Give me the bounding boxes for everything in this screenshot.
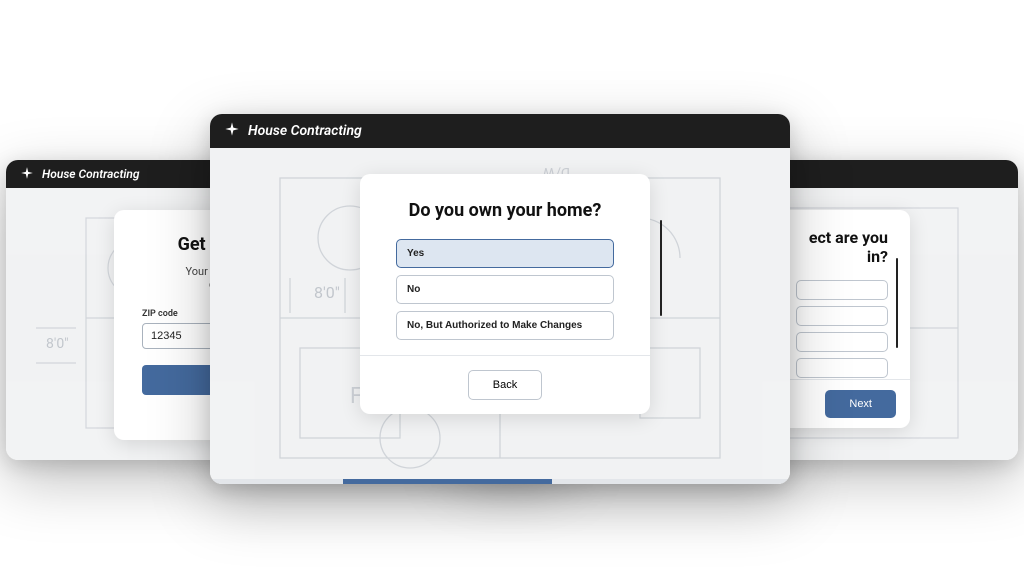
window-center: House Contracting F D/W 8'0" [210, 114, 790, 484]
back-button[interactable]: Back [468, 370, 542, 400]
options-list: Yes No No, But Authorized to Make Change… [360, 239, 650, 340]
sparkle-icon [20, 166, 34, 183]
card-heading: Do you own your home? [360, 200, 650, 221]
progress-bar [210, 479, 790, 484]
titlebar: House Contracting [210, 114, 790, 148]
option-yes[interactable]: Yes [396, 239, 614, 268]
svg-text:8'0": 8'0" [46, 336, 69, 352]
next-button[interactable]: Next [825, 390, 896, 418]
option-skeleton[interactable] [796, 332, 888, 352]
option-skeleton[interactable] [796, 358, 888, 378]
ownership-card: Do you own your home? Yes No No, But Aut… [360, 174, 650, 414]
option-skeleton[interactable] [796, 306, 888, 326]
window-body: F D/W 8'0" Do you own your home? Yes No … [210, 148, 790, 484]
app-title: House Contracting [42, 167, 140, 181]
card-footer: Back [360, 355, 650, 414]
svg-text:8'0": 8'0" [314, 283, 340, 302]
scroll-indicator[interactable] [896, 258, 898, 348]
option-no[interactable]: No [396, 275, 614, 304]
option-skeleton[interactable] [796, 280, 888, 300]
sparkle-icon [224, 121, 240, 141]
app-title: House Contracting [248, 123, 362, 139]
option-authorized[interactable]: No, But Authorized to Make Changes [396, 311, 614, 340]
progress-fill [343, 479, 552, 484]
scroll-indicator[interactable] [660, 220, 662, 316]
